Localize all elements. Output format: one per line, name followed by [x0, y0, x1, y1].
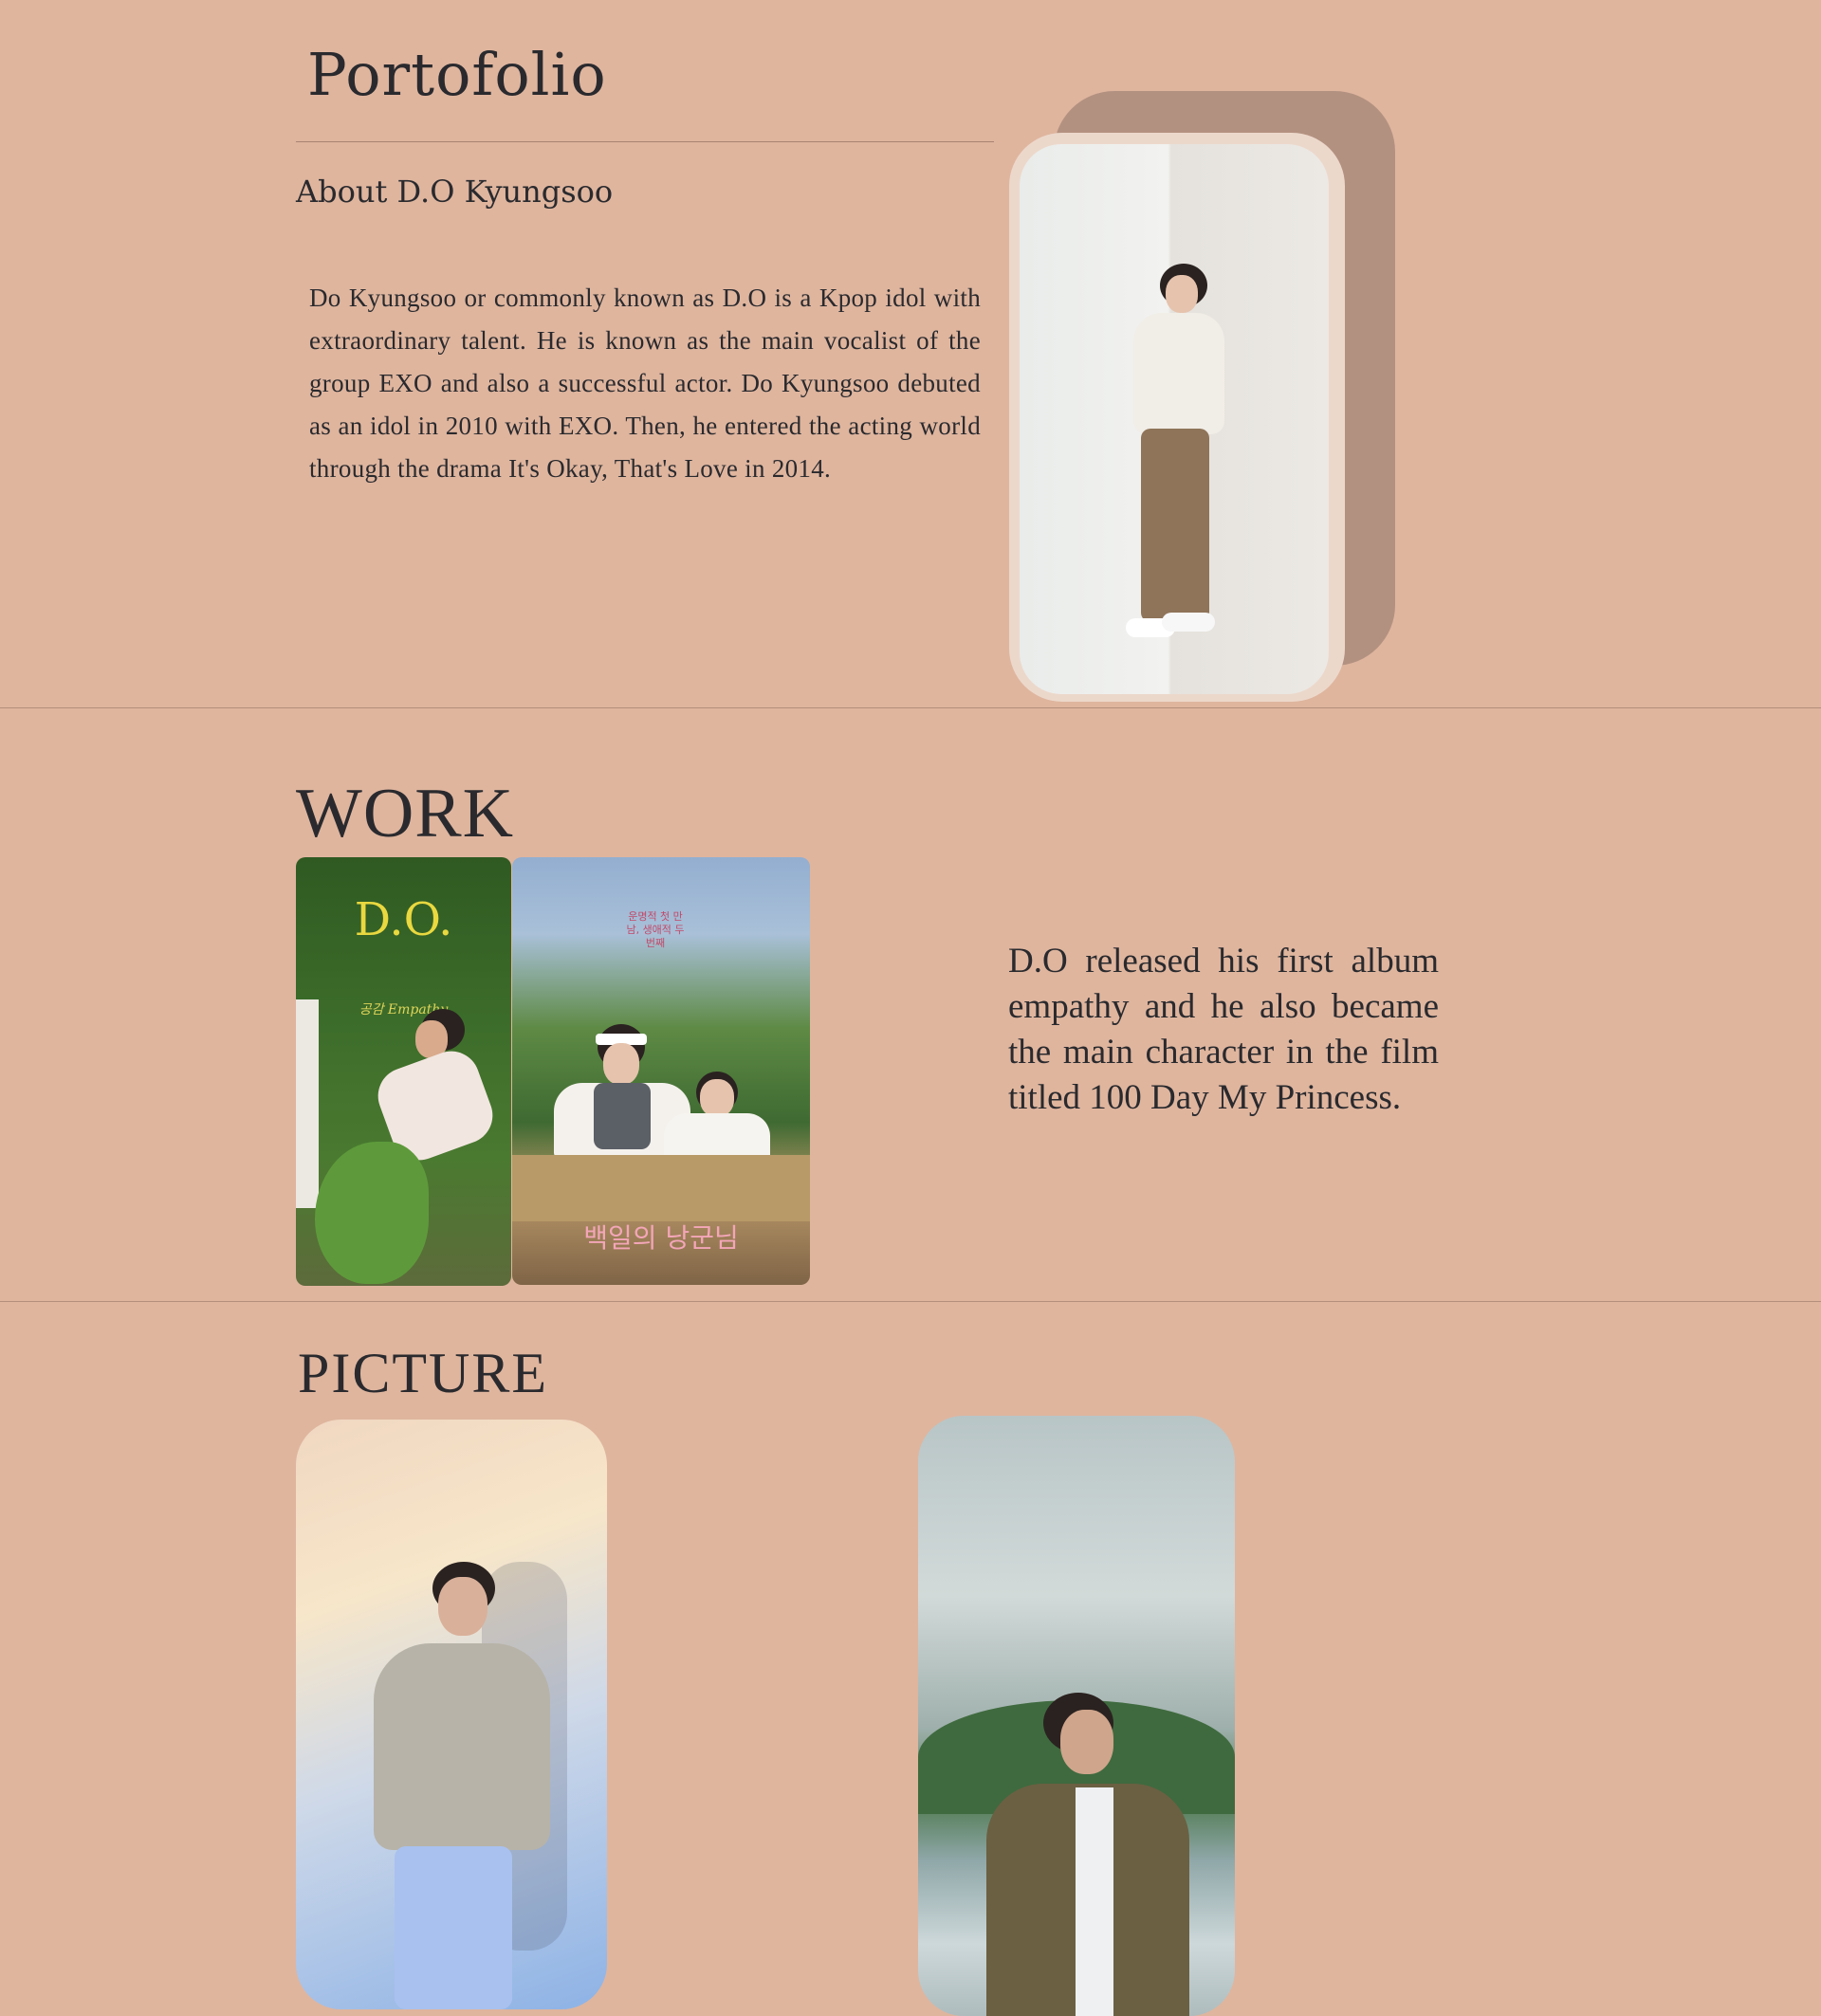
album-poster: D.O. 공감 Empathy — [296, 857, 511, 1286]
figure-sweater — [1133, 313, 1224, 434]
film-straw-wall — [512, 1155, 810, 1221]
work-heading: WORK — [296, 775, 515, 852]
section-divider-2 — [0, 1301, 1821, 1302]
figure-trousers — [1141, 429, 1209, 622]
album-foreground-leaves — [315, 1142, 429, 1284]
page-title: Portofolio — [307, 40, 607, 109]
album-poster-title: D.O. — [354, 893, 453, 946]
portfolio-page: Portofolio About D.O Kyungsoo Do Kyungso… — [0, 0, 1821, 2016]
figure-face — [1166, 275, 1198, 313]
film-poster-title: 백일의 낭군님 — [583, 1222, 739, 1254]
film-figure-vest-male — [594, 1083, 651, 1149]
album-poster-subtitle: 공감 Empathy — [359, 1002, 449, 1017]
gallery-photo-2-face — [1060, 1710, 1113, 1774]
gallery-photo-2-shirt — [1076, 1787, 1113, 2016]
picture-heading: PICTURE — [298, 1342, 549, 1404]
about-subtitle: About D.O Kyungsoo — [296, 174, 614, 210]
profile-photo — [1020, 144, 1329, 694]
figure-shoe-right — [1162, 613, 1215, 632]
gallery-photo-1 — [296, 1420, 607, 2009]
film-poster-tagline: 운명적 첫 만남, 생애적 두 번째 — [626, 910, 685, 949]
gallery-photo-1-face — [438, 1577, 487, 1636]
gallery-photo-1-sweater — [374, 1643, 550, 1850]
about-paragraph: Do Kyungsoo or commonly known as D.O is … — [309, 284, 981, 483]
film-figure-face-female — [700, 1079, 734, 1117]
gallery-photo-2 — [918, 1416, 1235, 2016]
section-divider-1 — [0, 707, 1821, 708]
album-fence — [296, 999, 319, 1208]
gallery-photo-1-trousers — [395, 1846, 512, 2009]
film-poster: 운명적 첫 만남, 생애적 두 번째 백일의 낭군님 — [512, 857, 810, 1285]
film-figure-face-male — [603, 1043, 639, 1085]
work-description: D.O released his first album empathy and… — [1008, 942, 1439, 1117]
title-divider — [296, 141, 994, 142]
